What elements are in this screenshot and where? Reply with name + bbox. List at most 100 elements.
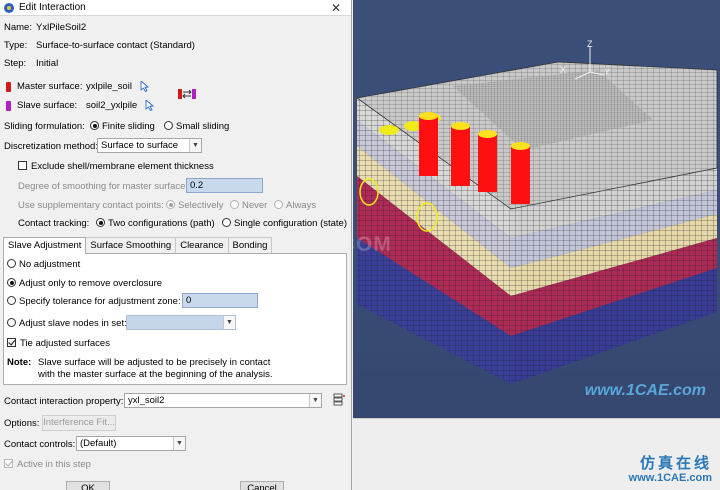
supplementary-points-label: Use supplementary contact points:: [18, 200, 164, 211]
viewport-canvas[interactable]: Z X Y 1CAE.COM www.1CAE.com: [353, 0, 720, 418]
smoothing-degree-input[interactable]: 0.2: [186, 178, 263, 193]
close-icon[interactable]: ✕: [321, 0, 351, 16]
tab-surface-smoothing[interactable]: Surface Smoothing: [85, 237, 177, 253]
master-surface-select-arrow-icon[interactable]: [140, 81, 149, 92]
cancel-button[interactable]: Cancel: [240, 481, 284, 490]
adjust-overclosure-label: Adjust only to remove overclosure: [19, 278, 163, 289]
tie-adjusted-label: Tie adjusted surfaces: [20, 338, 110, 349]
single-configuration-radio[interactable]: Single configuration (state): [222, 218, 347, 230]
chevron-down-icon: ▼: [309, 394, 321, 407]
slave-adjustment-panel: No adjustment Adjust only to remove over…: [3, 253, 347, 385]
finite-sliding-label: Finite sliding: [102, 121, 155, 132]
radio-indicator: [274, 200, 283, 209]
chevron-down-icon: ▼: [173, 437, 185, 450]
selectively-label: Selectively: [178, 200, 224, 211]
slave-surface-value: soil2_yxlpile: [86, 100, 138, 111]
note-line-1: Slave surface will be adjusted to be pre…: [38, 357, 271, 368]
tab-slave-adjustment[interactable]: Slave Adjustment: [3, 237, 87, 254]
always-label: Always: [286, 200, 317, 211]
chevron-down-icon: ▼: [223, 316, 235, 329]
step-value: Initial: [36, 58, 59, 69]
adjust-nodes-label: Adjust slave nodes in set:: [19, 318, 127, 329]
tab-clearance[interactable]: Clearance: [175, 237, 229, 253]
no-adjustment-label: No adjustment: [19, 259, 81, 270]
finite-sliding-radio[interactable]: Finite sliding: [90, 121, 155, 133]
type-label: Type:: [4, 40, 28, 51]
swap-surfaces-icon[interactable]: [178, 88, 196, 100]
radio-indicator: [222, 218, 231, 227]
contact-property-select[interactable]: yxl_soil2 ▼: [124, 393, 322, 408]
radio-indicator: [7, 278, 16, 287]
single-configuration-label: Single configuration (state): [234, 218, 348, 229]
specify-tolerance-label: Specify tolerance for adjustment zone:: [19, 296, 181, 307]
adjust-nodes-radio[interactable]: Adjust slave nodes in set:: [7, 318, 127, 330]
slave-surface-label: Slave surface:: [17, 100, 78, 111]
radio-indicator: [230, 200, 239, 209]
window-title: Edit Interaction: [19, 2, 86, 13]
edit-interaction-dialog: Edit Interaction ✕ Name: YxlPileSoil2 Ty…: [0, 0, 352, 490]
small-sliding-label: Small sliding: [176, 121, 230, 132]
checkbox-indicator: [4, 459, 13, 468]
exclude-shell-checkbox[interactable]: Exclude shell/membrane element thickness: [18, 161, 214, 173]
smoothing-degree-label: Degree of smoothing for master surface:: [18, 181, 189, 192]
never-radio[interactable]: Never: [230, 200, 267, 212]
brand-logo-text: 仿真在线: [639, 455, 712, 472]
tolerance-input[interactable]: 0: [182, 293, 258, 308]
title-bar[interactable]: Edit Interaction ✕: [0, 0, 351, 16]
brand-logo-url: www.1CAE.com: [628, 472, 712, 484]
chevron-down-icon: ▼: [189, 139, 201, 152]
no-adjustment-radio[interactable]: No adjustment: [7, 259, 80, 271]
node-set-select[interactable]: ▼: [126, 315, 236, 330]
contact-tracking-label: Contact tracking:: [18, 218, 90, 229]
radio-indicator: [166, 200, 175, 209]
abaqus-app-icon: [4, 2, 14, 13]
checkbox-indicator: [7, 338, 16, 347]
master-surface-color-icon: [6, 82, 11, 92]
always-radio[interactable]: Always: [274, 200, 316, 212]
model-viewport[interactable]: Z X Y 1CAE.COM www.1CAE.com 仿真在线 www.1CA…: [353, 0, 720, 490]
checkbox-indicator: [18, 161, 27, 170]
master-surface-value: yxlpile_soil: [86, 81, 132, 92]
watermark-text: 1CAE.COM: [353, 233, 392, 256]
interaction-tabs: Slave Adjustment Surface Smoothing Clear…: [3, 237, 273, 254]
name-label: Name:: [4, 22, 32, 33]
tie-adjusted-checkbox[interactable]: Tie adjusted surfaces: [7, 338, 110, 350]
options-label: Options:: [4, 418, 40, 429]
watermark-corner: www.1CAE.com: [584, 382, 706, 399]
small-sliding-radio[interactable]: Small sliding: [164, 121, 229, 133]
axis-z-label: Z: [587, 39, 593, 49]
radio-indicator: [7, 318, 16, 327]
active-in-step-label: Active in this step: [17, 459, 91, 470]
contact-property-label: Contact interaction property:: [4, 396, 124, 407]
contact-controls-select[interactable]: (Default) ▼: [76, 436, 186, 451]
contact-controls-label: Contact controls:: [4, 439, 76, 450]
interference-fit-button[interactable]: Interference Fit...: [42, 415, 116, 431]
radio-indicator: [90, 121, 99, 130]
discretization-method-label: Discretization method:: [4, 141, 98, 152]
discretization-method-value: Surface to surface: [101, 140, 179, 151]
radio-indicator: [164, 121, 173, 130]
radio-indicator: [7, 259, 16, 268]
never-label: Never: [242, 200, 268, 211]
axis-y-label: Y: [604, 67, 611, 77]
selectively-radio[interactable]: Selectively: [166, 200, 223, 212]
axis-x-label: X: [560, 65, 567, 75]
step-label: Step:: [4, 58, 27, 69]
adjust-overclosure-radio[interactable]: Adjust only to remove overclosure: [7, 278, 162, 290]
two-configurations-radio[interactable]: Two configurations (path): [96, 218, 215, 230]
smoothing-degree-value: 0.2: [190, 180, 204, 191]
create-property-icon[interactable]: [333, 393, 345, 406]
tab-bonding[interactable]: Bonding: [227, 237, 273, 253]
active-in-step-checkbox[interactable]: Active in this step: [4, 459, 91, 471]
master-surface-label: Master surface:: [17, 81, 83, 92]
specify-tolerance-radio[interactable]: Specify tolerance for adjustment zone:: [7, 296, 181, 308]
name-value: YxlPileSoil2: [36, 22, 87, 33]
discretization-method-select[interactable]: Surface to surface ▼: [97, 138, 202, 153]
contact-controls-value: (Default): [80, 438, 117, 449]
exclude-shell-label: Exclude shell/membrane element thickness: [31, 161, 214, 172]
two-configurations-label: Two configurations (path): [108, 218, 215, 229]
slave-surface-select-arrow-icon[interactable]: [145, 100, 154, 111]
ok-button[interactable]: OK: [66, 481, 110, 490]
slave-surface-color-icon: [6, 101, 11, 111]
radio-indicator: [7, 296, 16, 305]
